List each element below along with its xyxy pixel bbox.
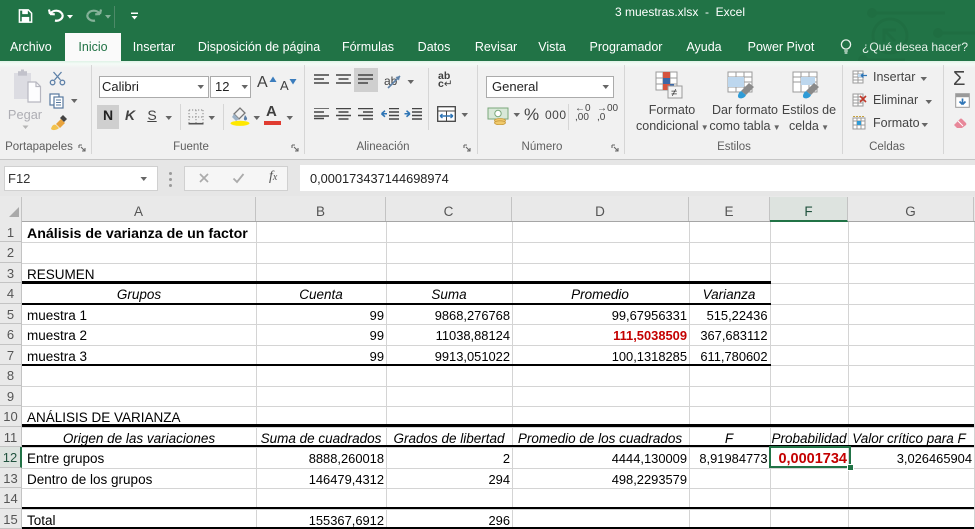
svg-text:≠: ≠ (671, 87, 677, 99)
